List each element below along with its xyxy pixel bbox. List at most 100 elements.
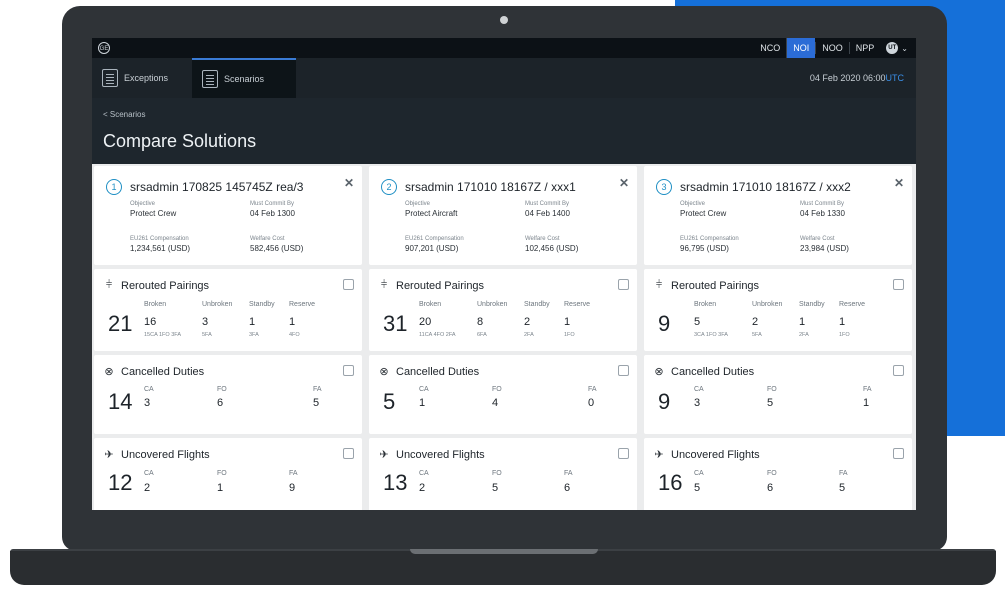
eu261-label: EU261 Compensation: [405, 236, 464, 242]
uncovered-title-text: Uncovered Flights: [121, 448, 210, 461]
rerouted-title-text: Rerouted Pairings: [671, 279, 760, 292]
fo-label: FO: [492, 386, 502, 393]
ca-value: 3: [144, 397, 151, 409]
fa-value: 6: [564, 482, 571, 494]
close-icon[interactable]: ✕: [619, 176, 629, 190]
ca-label: CA: [419, 386, 429, 393]
ge-logo-icon: GE: [98, 42, 110, 54]
cancelled-duties-card: ⊗ Cancelled Duties 5 CA 1 FO 4 FA 0: [369, 355, 637, 434]
standby-breakdown: 3FA: [249, 332, 259, 338]
must-commit-label: Must Commit By: [250, 201, 295, 207]
nav-item-nco[interactable]: NCO: [754, 42, 786, 54]
uncovered-flight-icon: ✈: [104, 449, 114, 461]
reserve-breakdown: 1FO: [839, 332, 850, 338]
fa-value: 1: [863, 397, 870, 409]
welfare-value: 23,984 (USD): [800, 244, 849, 253]
fo-value: 6: [217, 397, 224, 409]
broken-breakdown: 3CA 1FO 3FA: [694, 332, 728, 338]
ca-label: CA: [144, 386, 154, 393]
unbroken-value: 2: [752, 316, 759, 328]
select-checkbox[interactable]: [618, 448, 629, 459]
uncovered-flight-icon: ✈: [379, 449, 389, 461]
chevron-down-icon: ⌄: [901, 43, 908, 53]
tab-exceptions-label: Exceptions: [124, 73, 169, 83]
user-menu[interactable]: UT ⌄: [886, 42, 908, 54]
fo-label: FO: [492, 470, 502, 477]
objective-label: Objective: [680, 201, 706, 207]
reroute-icon: ⫩: [655, 279, 663, 291]
reserve-value: 1: [289, 316, 296, 328]
welfare-value: 582,456 (USD): [250, 244, 304, 253]
rerouted-title: ⫩ Rerouted Pairings: [652, 279, 759, 292]
cancelled-title-text: Cancelled Duties: [671, 365, 755, 378]
broken-value: 20: [419, 316, 432, 328]
eu261-label: EU261 Compensation: [680, 236, 739, 242]
rerouted-title: ⫩ Rerouted Pairings: [377, 279, 484, 292]
select-checkbox[interactable]: [343, 448, 354, 459]
select-checkbox[interactable]: [893, 279, 904, 290]
close-icon[interactable]: ✕: [344, 176, 354, 190]
uncovered-flight-icon: ✈: [654, 449, 664, 461]
rerouted-title: ⫩ Rerouted Pairings: [102, 279, 209, 292]
select-checkbox[interactable]: [893, 365, 904, 376]
rerouted-title-text: Rerouted Pairings: [396, 279, 485, 292]
ca-value: 2: [419, 482, 426, 494]
breadcrumb[interactable]: < Scenarios: [103, 110, 145, 119]
unbroken-label: Unbroken: [477, 301, 508, 308]
fa-value: 9: [289, 482, 296, 494]
broken-breakdown: 15CA 1FO 3FA: [144, 332, 181, 338]
top-bar: GE NCO NOI NOO NPP UT ⌄: [92, 38, 916, 58]
solution-summary-card: 1 srsadmin 170825 145745Z rea/3 ✕ Objective…: [94, 166, 362, 265]
nav-item-noi[interactable]: NOI: [786, 38, 816, 58]
eu261-value: 96,795 (USD): [680, 244, 729, 253]
fa-value: 5: [839, 482, 846, 494]
ca-label: CA: [144, 470, 154, 477]
select-checkbox[interactable]: [618, 365, 629, 376]
uncovered-total: 12: [108, 470, 133, 495]
select-checkbox[interactable]: [343, 365, 354, 376]
unbroken-label: Unbroken: [202, 301, 233, 308]
rerouted-pairings-card: ⫩ Rerouted Pairings 21 Broken Unbroken Standb…: [94, 269, 362, 351]
uncovered-title: ✈ Uncovered Flights: [102, 448, 210, 462]
standby-label: Standby: [799, 301, 825, 308]
laptop-base: [10, 551, 996, 585]
rerouted-title-text: Rerouted Pairings: [121, 279, 210, 292]
objective-value: Protect Crew: [680, 209, 727, 218]
fa-label: FA: [289, 470, 298, 477]
uncovered-title-text: Uncovered Flights: [396, 448, 485, 461]
objective-label: Objective: [405, 201, 431, 207]
tab-scenarios[interactable]: Scenarios: [192, 58, 296, 98]
fa-label: FA: [564, 470, 573, 477]
select-checkbox[interactable]: [618, 279, 629, 290]
standby-breakdown: 2FA: [799, 332, 809, 338]
objective-value: Protect Crew: [130, 209, 177, 218]
select-checkbox[interactable]: [343, 279, 354, 290]
uncovered-total: 13: [383, 470, 408, 495]
camera-dot: [500, 16, 508, 24]
solution-name: srsadmin 171010 18167Z / xxx2: [680, 180, 851, 194]
must-commit-label: Must Commit By: [525, 201, 570, 207]
nav-item-npp[interactable]: NPP: [848, 42, 881, 54]
top-nav: NCO NOI NOO NPP UT ⌄: [754, 38, 908, 58]
solution-name: srsadmin 170825 145745Z rea/3: [130, 180, 304, 194]
fo-value: 4: [492, 397, 499, 409]
eu261-label: EU261 Compensation: [130, 236, 189, 242]
ca-label: CA: [419, 470, 429, 477]
page-title: Compare Solutions: [103, 131, 257, 151]
broken-label: Broken: [144, 301, 167, 308]
select-checkbox[interactable]: [893, 448, 904, 459]
uncovered-title: ✈ Uncovered Flights: [652, 448, 759, 462]
broken-label: Broken: [419, 301, 442, 308]
tab-exceptions[interactable]: Exceptions: [92, 58, 192, 98]
ca-value: 5: [694, 482, 701, 494]
uncovered-flights-card: ✈ Uncovered Flights 16 CA 5 FO 6 FA 5: [644, 438, 912, 510]
broken-value: 16: [144, 316, 157, 328]
standby-value: 1: [799, 316, 806, 328]
nav-item-noo[interactable]: NOO: [815, 42, 849, 54]
solution-summary-card: 3 srsadmin 171010 18167Z / xxx2 ✕ Objective…: [644, 166, 912, 265]
close-icon[interactable]: ✕: [894, 176, 904, 190]
fo-value: 5: [767, 397, 774, 409]
fo-value: 6: [767, 482, 774, 494]
list-icon: [102, 69, 118, 87]
reroute-icon: ⫩: [380, 279, 388, 291]
